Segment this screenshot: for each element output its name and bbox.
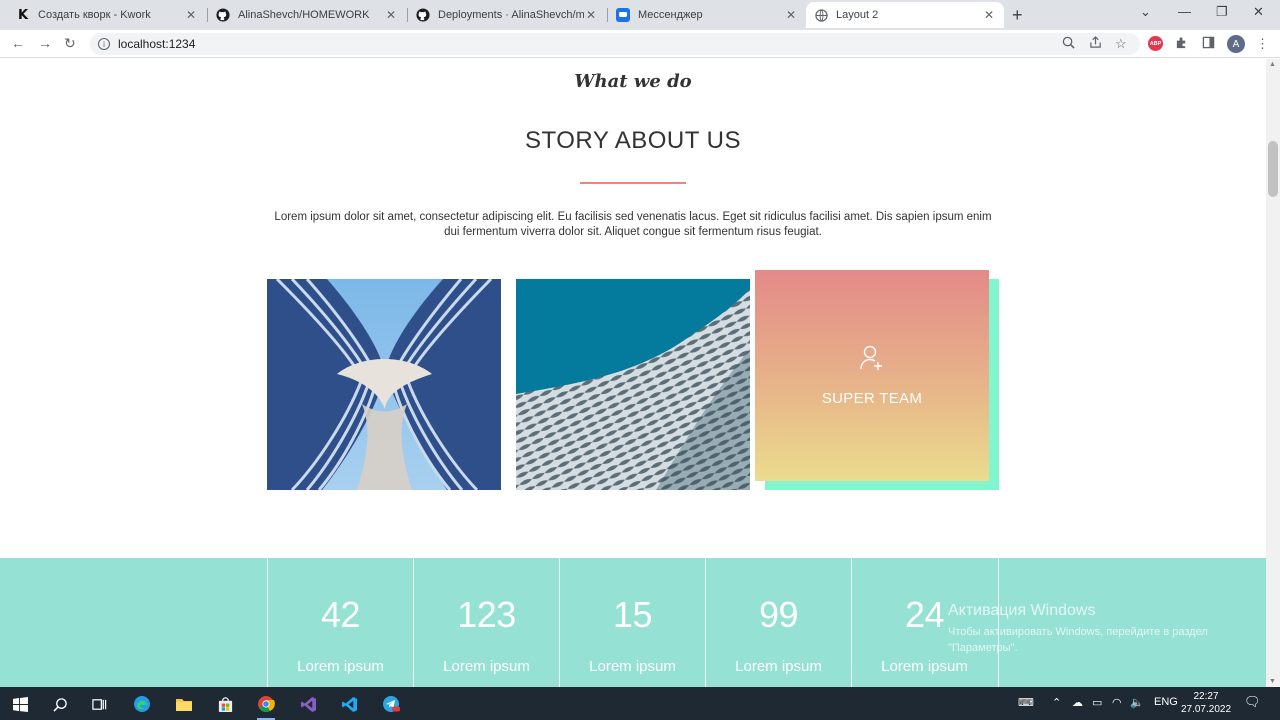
new-tab-icon[interactable]: + [1012, 5, 1023, 26]
address-bar[interactable]: i localhost:1234 [90, 33, 1140, 55]
github-icon [216, 8, 230, 22]
share-icon[interactable] [1089, 36, 1102, 52]
clock[interactable]: 22:27 27.07.2022 [1180, 690, 1232, 716]
back-icon[interactable]: ← [11, 35, 25, 51]
visual-studio-icon[interactable] [297, 693, 319, 715]
stat-value: 123 [457, 594, 516, 635]
tab-github-homework[interactable]: AlinaShevch/HOMEWORK ✕ [208, 2, 406, 28]
battery-icon[interactable]: ▭ [1092, 696, 1102, 709]
tab-kwork[interactable]: K Создать кворк - Kwork ✕ [8, 2, 206, 28]
virtual-keyboard-icon[interactable]: ⌨ [1018, 696, 1034, 709]
wifi-icon[interactable]: ◠ [1112, 696, 1122, 709]
add-user-icon [860, 345, 884, 376]
store-icon[interactable] [214, 693, 236, 715]
extensions-icon[interactable] [1175, 36, 1188, 52]
messenger-icon [616, 8, 630, 22]
scroll-down-icon[interactable]: ▼ [1269, 678, 1276, 685]
tab-search-icon[interactable]: ⌄ [1140, 4, 1151, 20]
page-scrollbar[interactable]: ▲ ▼ [1266, 59, 1280, 687]
scrollbar-thumb[interactable] [1268, 141, 1278, 197]
tab-github-deployments[interactable]: Deployments · AlinaShevch/mod ✕ [408, 2, 606, 28]
super-team-card[interactable]: SUPER TEAM [755, 270, 989, 481]
url-text: localhost:1234 [118, 37, 196, 51]
site-info-icon[interactable]: i [98, 38, 110, 50]
close-tab-icon[interactable]: ✕ [384, 8, 398, 22]
stat-value: 42 [320, 594, 361, 635]
notifications-icon[interactable]: 🗨 [1244, 694, 1261, 710]
close-tab-icon[interactable]: ✕ [784, 8, 798, 22]
stat-item: 15 Lorem ipsum [559, 558, 705, 687]
side-panel-icon[interactable] [1202, 36, 1215, 52]
stat-value: 99 [758, 594, 799, 635]
stat-item: 123 Lorem ipsum [413, 558, 559, 687]
tab-messenger[interactable]: Мессенджер ✕ [608, 2, 806, 28]
browser-tab-bar: K Создать кворк - Kwork ✕ AlinaShevch/HO… [0, 0, 1280, 30]
close-window-icon[interactable]: ✕ [1253, 4, 1264, 20]
stat-label: Lorem ipsum [735, 658, 822, 675]
reload-icon[interactable]: ↻ [64, 35, 76, 52]
stat-label: Lorem ipsum [297, 658, 384, 675]
vscode-icon[interactable] [338, 693, 360, 715]
team-label: SUPER TEAM [821, 389, 923, 407]
stat-item: 42 Lorem ipsum [267, 558, 413, 687]
maximize-icon[interactable]: ❐ [1216, 4, 1228, 20]
scroll-up-icon[interactable]: ▲ [1269, 61, 1276, 68]
chrome-icon[interactable] [255, 693, 277, 720]
tray-overflow-icon[interactable]: ⌃ [1052, 696, 1061, 709]
edge-icon[interactable] [131, 693, 153, 715]
page-viewport: What we do STORY ABOUT US Lorem ipsum do… [0, 59, 1266, 687]
stat-label: Lorem ipsum [443, 658, 530, 675]
page-title: STORY ABOUT US [525, 127, 741, 154]
telegram-icon[interactable] [380, 693, 402, 715]
close-tab-icon[interactable]: ✕ [184, 8, 198, 22]
building-photo-1 [267, 279, 501, 490]
browser-toolbar: ← → ↻ i localhost:1234 ☆ ⋮ [0, 30, 1280, 58]
stat-item: 99 Lorem ipsum [705, 558, 851, 687]
windows-activation-watermark: Активация Windows Чтобы активировать Win… [948, 602, 1208, 654]
close-tab-icon[interactable]: ✕ [982, 8, 996, 22]
windows-taskbar: ⌨ ⌃ ☁ ▭ ◠ 🔈 ENG 22:27 27.07.2022 🗨 [0, 687, 1280, 720]
stat-label: Lorem ipsum [589, 658, 676, 675]
github-icon [416, 8, 430, 22]
avatar[interactable]: A [1227, 35, 1245, 53]
zoom-icon[interactable] [1062, 36, 1075, 52]
building-photo-2 [516, 279, 750, 490]
menu-icon[interactable]: ⋮ [1256, 36, 1269, 52]
adblock-icon[interactable]: ABP [1148, 36, 1163, 51]
forward-icon[interactable]: → [38, 35, 52, 51]
bookmark-star-icon[interactable]: ☆ [1115, 36, 1127, 52]
tab-layout-2[interactable]: Layout 2 ✕ [806, 2, 1004, 28]
task-view-icon[interactable] [88, 693, 110, 715]
globe-icon [814, 8, 828, 22]
stat-label: Lorem ipsum [881, 658, 968, 675]
language-indicator[interactable]: ENG [1154, 696, 1178, 708]
kwork-icon: K [17, 7, 29, 23]
weather-icon[interactable]: ☁ [1072, 696, 1083, 709]
file-explorer-icon[interactable] [173, 693, 195, 715]
section-subtitle: What we do [574, 71, 692, 92]
windows-start-icon[interactable] [9, 693, 31, 715]
volume-icon[interactable]: 🔈 [1130, 696, 1144, 709]
stat-value: 15 [612, 594, 653, 635]
close-tab-icon[interactable]: ✕ [584, 8, 598, 22]
minimize-icon[interactable]: — [1178, 4, 1191, 19]
title-divider [580, 182, 686, 184]
search-icon[interactable] [49, 693, 71, 715]
intro-text: Lorem ipsum dolor sit amet, consectetur … [274, 211, 992, 238]
